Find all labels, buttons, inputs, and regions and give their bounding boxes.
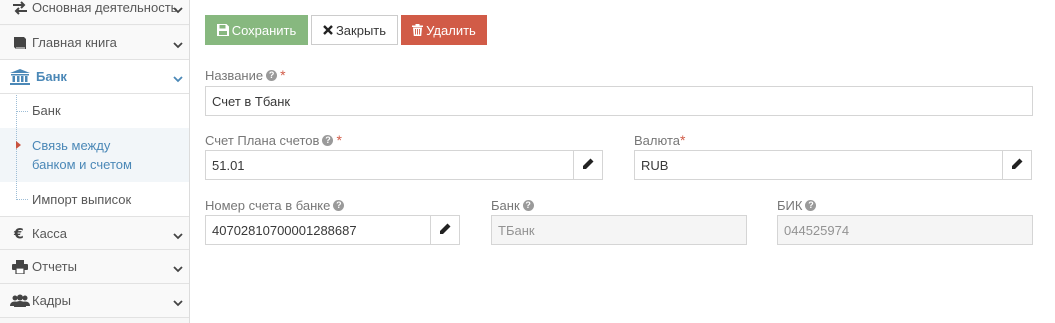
bank-account-number-field-label: Номер счета в банке ? (205, 198, 345, 213)
euro-icon: € (8, 226, 32, 241)
exchange-arrows-icon (8, 0, 32, 15)
delete-button[interactable]: Удалить (401, 15, 487, 45)
chevron-down-icon (173, 2, 183, 17)
chevron-down-icon (173, 228, 183, 243)
sidebar-item-main-activity[interactable]: Основная деятельность (0, 0, 189, 25)
sidebar-item-reports[interactable]: Отчеты (0, 250, 189, 284)
chevron-down-icon (173, 295, 183, 310)
currency-field-label: Валюта * (634, 132, 685, 148)
submenu-item-label: Банк (32, 103, 61, 118)
floppy-disk-icon (216, 24, 229, 36)
bank-submenu: Банк Связь между банком и счетом Импорт … (0, 94, 189, 216)
sidebar-item-label: Главная книга (32, 35, 117, 50)
help-icon[interactable]: ? (333, 200, 345, 211)
submenu-item-import-statements[interactable]: Импорт выписок (0, 182, 189, 216)
account-plan-edit-button[interactable] (573, 150, 603, 180)
book-icon (8, 36, 32, 50)
sidebar-item-general-ledger[interactable]: Главная книга (0, 26, 189, 60)
tree-line (16, 199, 28, 200)
tree-line (16, 111, 28, 112)
label-text: Номер счета в банке (205, 198, 331, 213)
submenu-item-bank[interactable]: Банк (0, 94, 189, 128)
submenu-item-label: Импорт выписок (32, 192, 132, 207)
label-text: Банк (491, 198, 520, 213)
bik-input: 044525974 (777, 215, 1033, 245)
sidebar-item-hr[interactable]: Кадры (0, 284, 189, 318)
help-icon[interactable]: ? (322, 134, 334, 146)
submenu-item-label: Связь между банком и счетом (32, 138, 132, 172)
chevron-down-icon (173, 37, 183, 52)
save-button[interactable]: Сохранить (205, 15, 308, 45)
account-plan-field-label: Счет Плана счетов ? * (205, 132, 342, 148)
submenu-item-bank-account-link[interactable]: Связь между банком и счетом (0, 128, 189, 182)
save-button-label: Сохранить (231, 22, 297, 38)
pencil-icon (439, 223, 451, 238)
help-icon[interactable]: ? (266, 69, 278, 81)
bank-account-number-input[interactable]: 40702810700001288687 (205, 215, 431, 245)
bank-icon (8, 68, 32, 85)
users-icon (8, 294, 32, 308)
bank-field-label: Банк ? (491, 198, 534, 213)
chevron-down-icon (173, 261, 183, 276)
sidebar-item-label: Отчеты (32, 259, 77, 274)
sidebar-item-label: Банк (36, 69, 67, 84)
account-plan-input[interactable]: 51.01 (205, 150, 574, 180)
pencil-icon (582, 158, 594, 173)
svg-text:€: € (13, 227, 24, 241)
sidebar-item-label: Касса (32, 225, 68, 241)
currency-edit-button[interactable] (1002, 150, 1032, 180)
label-text: БИК (777, 198, 803, 213)
trash-icon (412, 24, 424, 36)
pencil-icon (1011, 158, 1023, 173)
required-asterisk: * (680, 132, 686, 148)
close-button[interactable]: Закрыть (311, 15, 398, 45)
delete-button-label: Удалить (426, 22, 476, 38)
caret-right-icon (16, 141, 21, 149)
sidebar-item-bank[interactable]: Банк (0, 60, 189, 94)
sidebar-item-label: Основная деятельность (32, 0, 178, 15)
name-input[interactable]: Счет в Тбанк (205, 86, 1033, 116)
close-button-label: Закрыть (335, 22, 387, 38)
sidebar-item-cash[interactable]: € Касса (0, 216, 189, 250)
close-icon (323, 25, 333, 35)
required-asterisk: * (280, 67, 286, 83)
label-text: Валюта (634, 132, 680, 148)
help-icon[interactable]: ? (805, 200, 817, 211)
required-asterisk: * (336, 132, 342, 148)
bank-account-number-edit-button[interactable] (430, 215, 460, 245)
bik-field-label: БИК ? (777, 198, 817, 213)
label-text: Счет Плана счетов (205, 132, 320, 148)
bank-input: ТБанк (491, 215, 747, 245)
chevron-down-icon (173, 71, 183, 86)
printer-icon (8, 259, 32, 274)
label-text: Название (205, 67, 264, 83)
sidebar: Основная деятельность Главная книга Банк… (0, 0, 190, 323)
currency-input[interactable]: RUB (634, 150, 1003, 180)
help-icon[interactable]: ? (522, 200, 534, 211)
name-field-label: Название ? * (205, 67, 286, 83)
sidebar-item-label: Кадры (32, 293, 71, 308)
